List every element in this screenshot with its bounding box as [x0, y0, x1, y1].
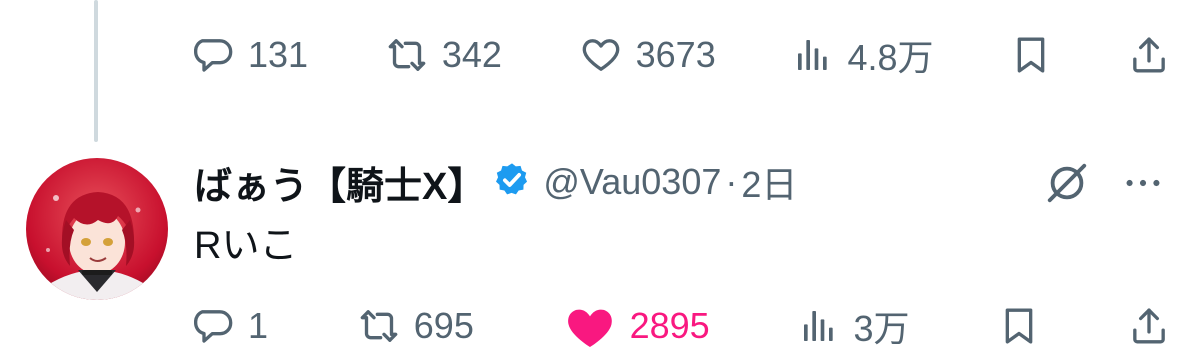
views-button[interactable]: 3万: [799, 300, 909, 352]
header-separator: ·: [725, 161, 738, 202]
tweet-above-action-bar: 131 342 3673 4.8万: [194, 27, 1169, 83]
share-button[interactable]: [1129, 35, 1169, 75]
thread-connector-line: [94, 0, 98, 142]
heart-icon: [580, 35, 622, 75]
author-display-name[interactable]: ばぁう【騎士X】: [194, 155, 485, 210]
views-count: 4.8万: [847, 37, 934, 78]
tweet-header: ばぁう【騎士X】 @Vau0307 · 2日: [194, 154, 797, 210]
more-dots-icon[interactable]: [1120, 160, 1166, 211]
repost-button[interactable]: 695: [358, 305, 474, 347]
like-count: 3673: [635, 34, 716, 75]
like-button[interactable]: 3673: [580, 34, 716, 76]
bookmark-button[interactable]: [1011, 35, 1051, 75]
views-button[interactable]: 4.8万: [793, 29, 934, 81]
repost-count: 342: [441, 34, 502, 75]
bar-chart-icon: [793, 35, 833, 75]
grok-icon[interactable]: [1044, 160, 1090, 211]
reply-button[interactable]: 131: [194, 34, 308, 76]
repost-count: 695: [413, 305, 474, 346]
bookmark-button[interactable]: [999, 306, 1039, 346]
like-button[interactable]: 2895: [564, 304, 710, 348]
share-upload-icon: [1129, 306, 1169, 346]
heart-icon: [564, 304, 616, 348]
bar-chart-icon: [799, 306, 839, 346]
tweet-text: Rいこ: [194, 225, 298, 267]
author-handle[interactable]: @Vau0307: [543, 161, 721, 203]
tweet-timestamp[interactable]: 2日: [741, 156, 797, 208]
tweet-action-bar: 1 695 2895 3万: [194, 298, 1169, 354]
views-count: 3万: [853, 308, 910, 349]
verified-badge-icon[interactable]: [493, 161, 531, 204]
avatar[interactable]: [26, 158, 168, 300]
repost-arrows-icon: [386, 35, 428, 75]
bookmark-icon: [999, 306, 1039, 346]
repost-button[interactable]: 342: [386, 34, 502, 76]
reply-count: 131: [248, 34, 309, 75]
share-button[interactable]: [1129, 306, 1169, 346]
repost-arrows-icon: [358, 306, 400, 346]
bookmark-icon: [1011, 35, 1051, 75]
reply-button[interactable]: 1: [194, 305, 268, 347]
share-upload-icon: [1129, 35, 1169, 75]
like-count: 2895: [629, 305, 710, 346]
speech-bubble-icon: [194, 306, 234, 346]
speech-bubble-icon: [194, 35, 234, 75]
reply-count: 1: [248, 305, 269, 346]
